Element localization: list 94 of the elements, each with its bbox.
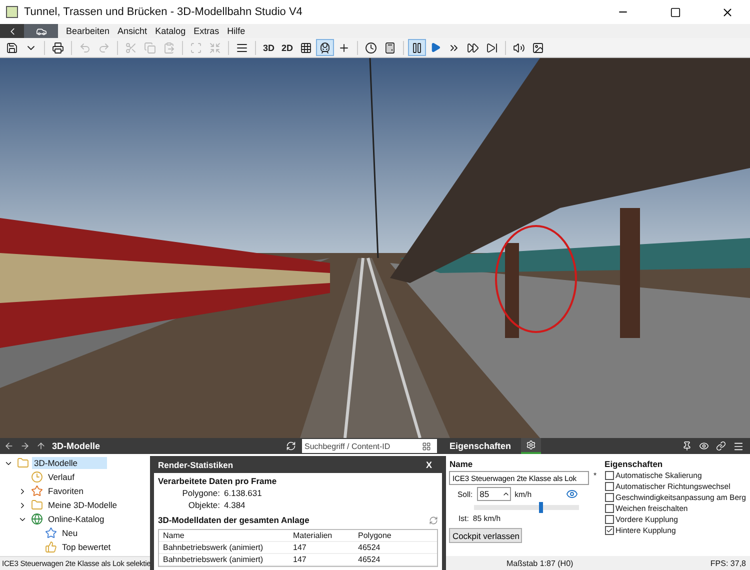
checkbox[interactable] [604,493,614,502]
tree-item[interactable]: Verlauf [46,471,104,483]
grid-view-icon [422,442,432,450]
model-heading: 3D-Modelldaten der gesamten Anlage [158,515,310,525]
paste-icon [163,42,175,54]
frame-heading: Verarbeitete Daten pro Frame [158,476,278,486]
search-field[interactable]: Suchbegriff / Content-ID [302,439,438,453]
grid-icon [300,42,312,54]
eye-icon [699,440,709,450]
ungroup-icon [209,42,221,54]
speed-spinner[interactable]: 85 [476,487,511,501]
star-icon [31,485,43,497]
add-icon [338,42,350,54]
column-header[interactable]: Polygone [354,531,424,540]
stat-label: Objekte: [187,500,220,510]
refresh-icon [429,516,438,524]
thumbs-up-icon [45,541,57,553]
scale-text: Maßstab 1:87 (H0) [506,558,574,568]
star-icon [45,527,57,539]
calculator-icon [384,42,396,54]
forward-arrow-icon [20,441,30,451]
table-cell-text: Bahnbetriebswerk (animiert) [162,555,264,564]
table-cell-text: 147 [292,543,308,552]
tree-item[interactable]: Neu [60,527,108,539]
app-logo-icon [6,6,18,18]
menu-icon [733,440,744,452]
globe-icon [31,513,43,525]
stat-label: Polygone: [181,488,220,498]
checkbox[interactable] [604,515,614,524]
vehicle-mode-button[interactable] [24,24,58,38]
cockpit-button[interactable] [316,39,334,56]
undo-icon [79,42,91,54]
maximize-icon [670,6,680,18]
faster-icon [467,42,480,54]
settings-icon [526,440,536,450]
clock-icon [31,471,43,483]
menu-item[interactable]: Hilfe [223,26,250,36]
pause-icon [411,42,424,54]
checkbox[interactable] [604,471,614,480]
clock-icon [365,42,378,54]
link-icon [716,440,726,450]
fps-text: FPS: 37,8 [710,558,746,568]
back-arrow-icon [4,441,14,451]
panel-title: 3D-Modelle [52,441,100,451]
view-mode-button[interactable]: 2D [278,39,296,56]
refresh-icon [286,441,296,451]
sound-icon [513,42,526,54]
folder-icon [31,499,43,511]
tree-item[interactable]: Online-Katalog [46,513,134,525]
table-cell-text: Bahnbetriebswerk (animiert) [162,543,264,552]
column-header[interactable]: Name [159,531,289,540]
tree-item[interactable]: Favoriten [46,485,114,497]
speed-slider[interactable] [474,505,580,510]
table-cell-text: 147 [292,555,308,564]
up-arrow-icon [36,441,46,451]
screenshot-icon [532,42,544,54]
print-icon [52,42,64,54]
step-icon [486,42,498,54]
pause-button[interactable] [408,39,426,56]
menu-item[interactable]: Bearbeiten [62,26,114,36]
checkbox[interactable] [604,504,614,513]
save-icon [6,42,18,54]
redo-icon [98,42,110,54]
slider-thumb[interactable] [538,502,543,513]
folder-icon [17,457,29,469]
window-title: Tunnel, Trassen und Brücken - 3D-Modellbahn Studio V4 [24,6,304,18]
copy-icon [144,42,156,54]
spin-arrows-icon [502,490,510,498]
table-cell-text: 46524 [357,555,382,564]
group-icon [190,42,202,54]
menu-item[interactable]: Extras [190,26,224,36]
layers-icon [236,42,248,54]
train-icon [319,42,332,54]
name-heading: Name [449,459,474,469]
table-cell-text: 46524 [357,543,382,552]
pin-icon [682,440,692,450]
dialog-close-button[interactable]: X [420,458,438,470]
cut-icon [125,42,137,54]
tree-item[interactable]: Meine 3D-Modelle [46,499,147,511]
view-mode-button[interactable]: 3D [260,39,278,56]
close-icon [720,6,734,18]
menu-item[interactable]: Ansicht [114,26,152,36]
column-header[interactable]: Materialien [289,531,354,540]
checkbox[interactable] [604,526,614,535]
stat-value: 6.138.631 [224,488,263,498]
tree-item[interactable]: 3D-Modelle [32,457,108,469]
leave-cockpit-button[interactable]: Cockpit verlassen [449,528,522,543]
play-icon [430,42,442,53]
options-heading: Eigenschaften [604,459,664,469]
menu-item[interactable]: Katalog [151,26,190,36]
tree-item[interactable]: Top bewertet [60,541,141,553]
dialog-title: Render-Statistiken [158,460,234,470]
checkbox[interactable] [604,482,614,491]
stat-value: 4.384 [224,500,246,510]
